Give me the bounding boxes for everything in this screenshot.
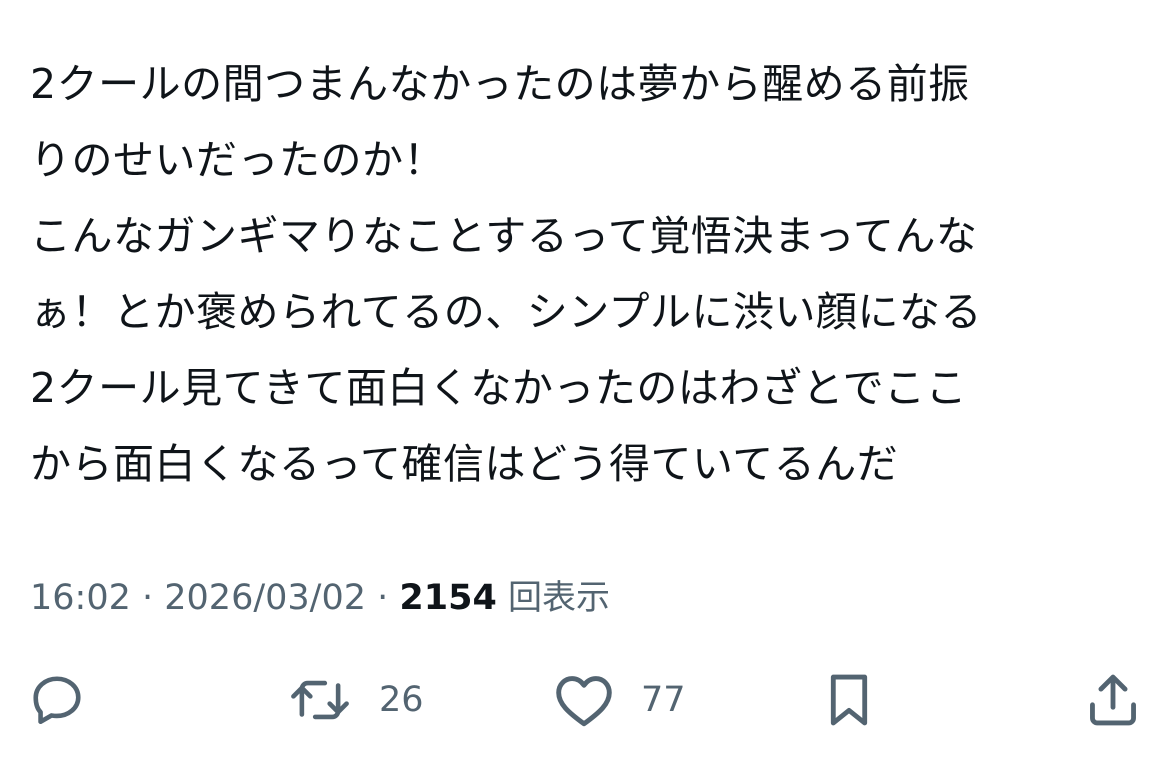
tweet-text-line: 2クール見てきて面白くなかったのはわざとでここ xyxy=(30,364,968,412)
tweet-text-line: ぁ！とか褒められてるの、シンプルに渋い顔になる xyxy=(30,288,983,336)
tweet-text-line: 2クールの間つまんなかったのは夢から醒める前振 xyxy=(30,60,970,108)
tweet-date[interactable]: 2026/03/02 xyxy=(164,578,366,618)
bookmark-icon xyxy=(823,671,875,729)
meta-separator: · xyxy=(366,578,400,618)
share-button[interactable] xyxy=(1085,665,1141,735)
like-count: 77 xyxy=(641,680,686,720)
tweet-text-line: こんなガンギマりなことするって覚悟決まってんな xyxy=(30,212,978,260)
reply-icon xyxy=(28,671,86,729)
tweet-text-line: りのせいだったのか！ xyxy=(30,136,445,184)
views-count[interactable]: 2154 xyxy=(399,578,496,618)
retweet-icon xyxy=(287,671,353,729)
reply-button[interactable] xyxy=(28,665,86,735)
like-button[interactable]: 77 xyxy=(553,665,686,735)
tweet-actions-bar: 26 77 xyxy=(0,665,1170,735)
share-icon xyxy=(1085,671,1141,729)
tweet-text: 2クールの間つまんなかったのは夢から醒める前振 りのせいだったのか！ こんなガン… xyxy=(30,46,1140,502)
meta-separator: · xyxy=(130,578,165,618)
tweet-time[interactable]: 16:02 xyxy=(30,578,131,618)
retweet-button[interactable]: 26 xyxy=(287,665,424,735)
tweet-text-line: から面白くなるって確信はどう得ていてるんだ xyxy=(30,440,899,488)
retweet-count: 26 xyxy=(379,680,424,720)
heart-icon xyxy=(553,671,615,729)
bookmark-button[interactable] xyxy=(823,665,875,735)
tweet-meta: 16:02 · 2026/03/02 · 2154 回表示 xyxy=(30,573,610,623)
views-label[interactable]: 回表示 xyxy=(508,578,610,618)
